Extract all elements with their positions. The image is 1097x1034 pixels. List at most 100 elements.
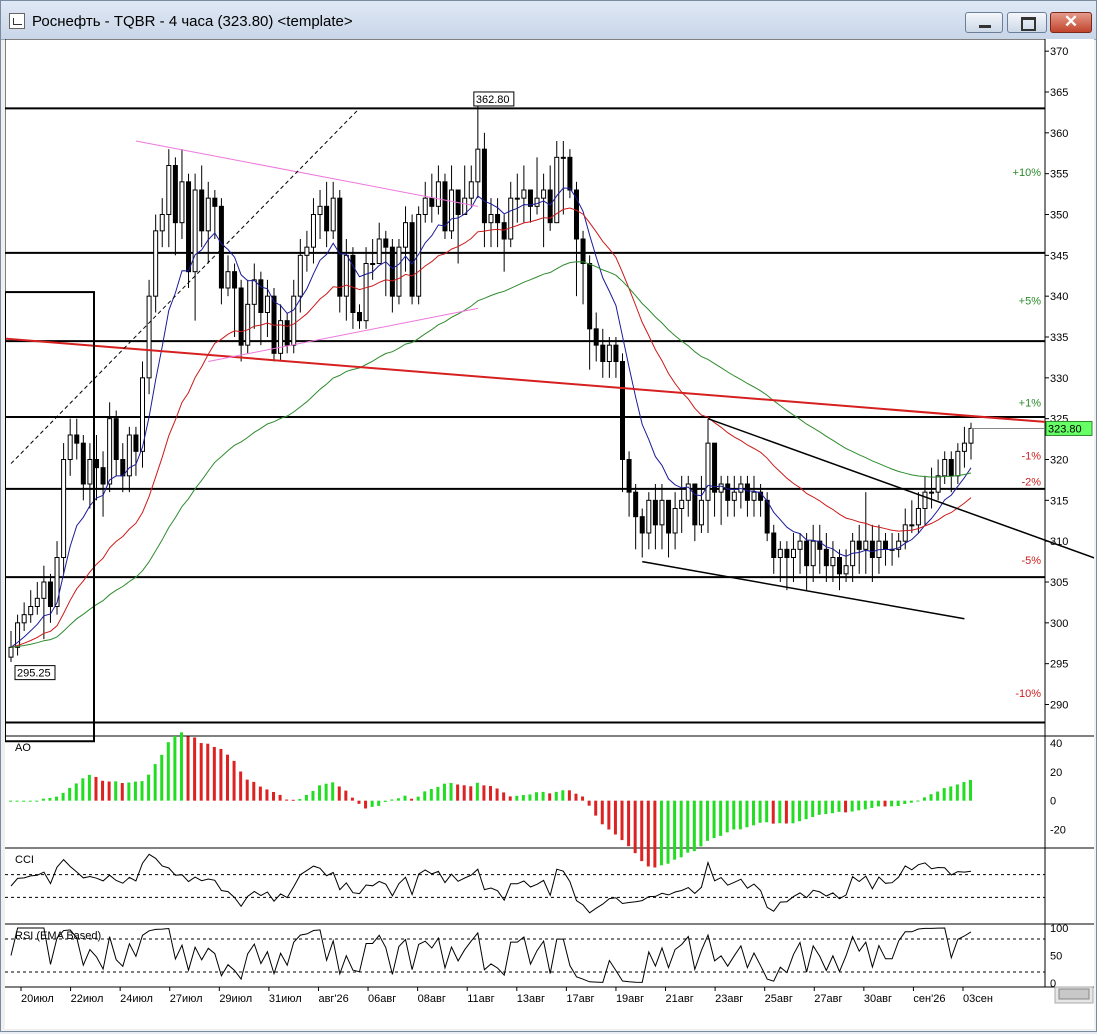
ao-bar	[61, 792, 65, 801]
high-price-label: 362.80	[476, 94, 510, 106]
price-tick-label: 295	[1050, 659, 1068, 671]
ao-bar	[666, 800, 670, 864]
minimize-button[interactable]	[965, 12, 1003, 33]
ao-bar	[567, 790, 571, 801]
candle-body	[429, 197, 435, 207]
candle-body	[521, 189, 527, 199]
candle-body	[567, 156, 573, 191]
price-tick-label: 355	[1050, 169, 1068, 181]
percent-level-label: -5%	[1021, 555, 1041, 567]
ao-bar	[791, 800, 795, 824]
candle-body	[245, 303, 251, 346]
ao-bar	[738, 800, 742, 830]
candle-body	[514, 197, 520, 200]
candle-body	[620, 361, 626, 460]
close-button[interactable]: ✕	[1050, 12, 1092, 33]
chart-window-icon	[9, 13, 25, 29]
candle-body	[488, 214, 494, 224]
candle-body	[435, 181, 441, 207]
candle-body	[672, 508, 678, 534]
ao-bar	[857, 800, 861, 811]
ao-bar	[817, 800, 821, 815]
ao-bar	[949, 786, 953, 801]
candle-body	[902, 524, 908, 542]
candle-body	[948, 459, 954, 477]
ao-bar	[258, 786, 262, 801]
candle-body	[580, 238, 586, 264]
candle-body	[100, 467, 106, 485]
ao-bar	[153, 764, 157, 801]
ao-bar	[771, 800, 775, 824]
candle-body	[205, 197, 211, 232]
ao-bar	[55, 796, 59, 801]
candle-body	[343, 254, 349, 297]
ao-bar	[364, 800, 368, 809]
candle-body	[317, 205, 323, 215]
candle-body	[166, 165, 172, 215]
ao-bar	[48, 797, 52, 801]
candle-body	[929, 491, 935, 494]
ao-bar	[390, 799, 394, 801]
candle-body	[600, 344, 606, 362]
ao-bar	[232, 760, 236, 801]
ao-bar	[35, 800, 39, 802]
candle-body	[784, 548, 790, 559]
chart-area[interactable]: 370 365 360 355 350 345 340 335 330 325 320 315 310 3…	[4, 38, 1097, 1029]
rsi-indicator-label: RSI (EMA Based)	[15, 930, 101, 942]
candle-body	[639, 516, 645, 534]
candle-body	[751, 491, 757, 501]
candle-body	[725, 483, 731, 501]
date-tick-label: 19авг	[616, 993, 644, 1005]
candle-body	[238, 287, 244, 346]
date-tick-label: 30авг	[864, 993, 892, 1005]
ao-tick-label: 40	[1050, 738, 1062, 750]
ao-bar	[699, 800, 703, 847]
candle-body	[606, 344, 612, 362]
price-tick-label: 365	[1050, 87, 1068, 99]
candle-body	[34, 597, 40, 607]
ao-bar	[41, 798, 45, 801]
ao-bar	[955, 784, 959, 801]
ao-bar	[87, 774, 91, 801]
rsi-tick-label: 50	[1050, 951, 1062, 963]
ao-bar	[620, 800, 624, 841]
horizontal-scrollbar-thumb[interactable]	[1058, 988, 1090, 1000]
date-tick-label: 21авг	[666, 993, 694, 1005]
ao-bar	[278, 794, 282, 801]
title-bar[interactable]: Роснефть - TQBR - 4 часа (323.80) <templ…	[1, 1, 1096, 40]
ao-bar	[173, 735, 177, 801]
ao-bar	[436, 786, 440, 801]
ao-bar	[304, 794, 308, 801]
ao-bar	[442, 783, 446, 801]
price-tick-label: 320	[1050, 455, 1068, 467]
candle-body	[409, 222, 415, 297]
ao-bar	[758, 800, 762, 823]
ao-bar	[890, 800, 894, 807]
ao-bar	[554, 791, 558, 801]
ao-bar	[922, 797, 926, 801]
close-icon: ✕	[1063, 12, 1079, 31]
candle-body	[93, 459, 99, 469]
ao-bar	[133, 781, 137, 801]
date-tick-label: 06авг	[368, 993, 396, 1005]
candle-body	[422, 197, 428, 216]
ao-bar	[186, 736, 190, 801]
rsi-tick-label: 100	[1050, 923, 1068, 935]
ao-bar	[475, 782, 479, 801]
price-tick-label: 350	[1050, 210, 1068, 222]
ao-tick-label: -20	[1050, 825, 1066, 837]
ao-bar	[396, 798, 400, 801]
ao-bar	[410, 798, 414, 801]
ao-bar	[423, 791, 427, 801]
candle-body	[863, 540, 869, 550]
ao-bar	[272, 791, 276, 801]
date-tick-label: 20июл	[21, 993, 54, 1005]
candle-body	[731, 491, 737, 501]
candle-body	[330, 197, 336, 232]
date-tick-label: 27июл	[170, 993, 203, 1005]
low-price-label: 295.25	[17, 668, 51, 680]
candle-body	[626, 459, 632, 493]
ao-bar	[686, 800, 690, 853]
maximize-button[interactable]	[1007, 12, 1047, 33]
chart-canvas[interactable]: 3703653603553503453403353303253203153103…	[4, 38, 1097, 1029]
